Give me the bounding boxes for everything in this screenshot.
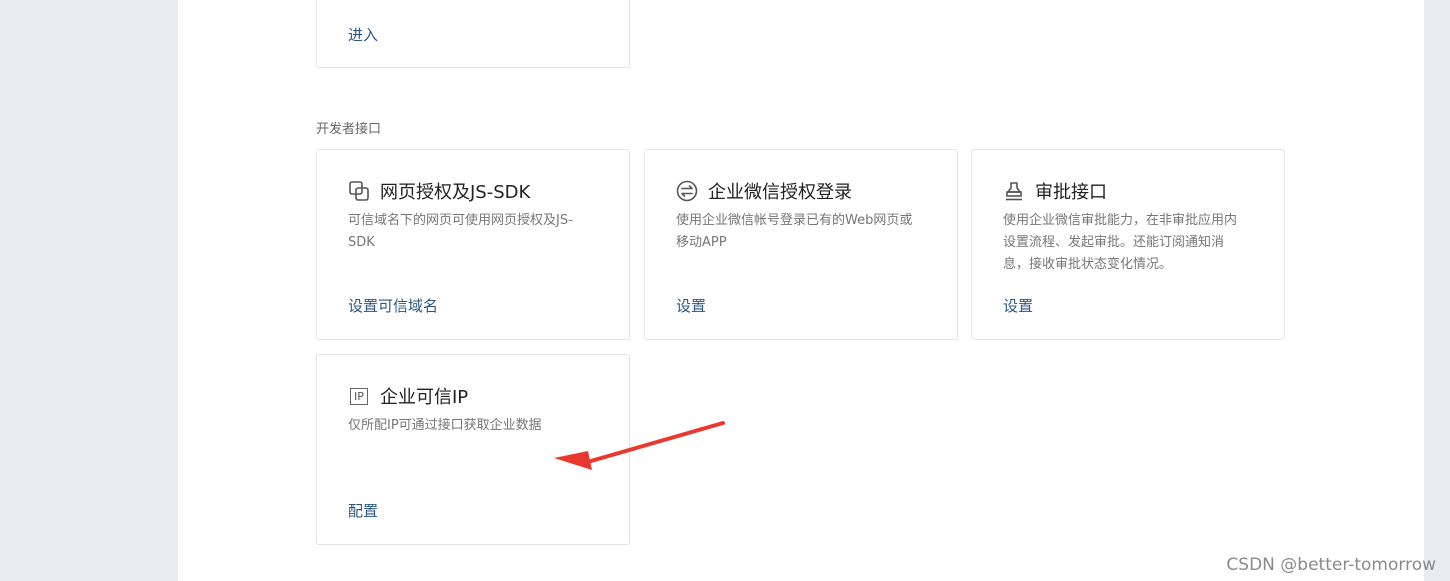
card-wecom-login-title: 企业微信授权登录 <box>676 178 852 204</box>
annotation-arrow <box>554 421 725 470</box>
card-web-auth: 网页授权及JS-SDK 可信域名下的网页可使用网页授权及JS- SDK 设置可信… <box>316 149 630 340</box>
set-trusted-domain-link[interactable]: 设置可信域名 <box>348 295 438 316</box>
ip-icon: IP <box>348 385 370 407</box>
desc-line: SDK <box>348 235 375 250</box>
card-trusted-ip-title: IP 企业可信IP <box>348 383 468 409</box>
card-title-text: 企业可信IP <box>380 387 469 408</box>
copy-icon <box>348 180 370 202</box>
card-trusted-ip-desc: 仅所配IP可通过接口获取企业数据 <box>348 415 542 437</box>
configure-ip-link[interactable]: 配置 <box>348 500 378 521</box>
approval-api-settings-link[interactable]: 设置 <box>1003 295 1033 316</box>
card-web-auth-desc: 可信域名下的网页可使用网页授权及JS- SDK <box>348 210 573 254</box>
exchange-icon <box>676 180 698 202</box>
card-web-auth-title: 网页授权及JS-SDK <box>348 178 530 204</box>
card-approval-api: 审批接口 使用企业微信审批能力，在非审批应用内 设置流程、发起审批。还能订阅通知… <box>971 149 1285 340</box>
section-title: 开发者接口 <box>316 122 382 137</box>
watermark: CSDN @better-tomorrow <box>1226 555 1436 575</box>
desc-line: 仅所配IP可通过接口获取企业数据 <box>348 418 542 433</box>
desc-line: 使用企业微信帐号登录已有的Web网页或 <box>676 213 913 228</box>
card-title-text: 审批接口 <box>1035 182 1107 203</box>
wecom-login-settings-link[interactable]: 设置 <box>676 295 706 316</box>
top-card: 进入 <box>316 0 630 68</box>
card-wecom-login-desc: 使用企业微信帐号登录已有的Web网页或 移动APP <box>676 210 912 254</box>
desc-line: 移动APP <box>676 235 727 250</box>
desc-line: 可信域名下的网页可使用网页授权及JS- <box>348 213 573 228</box>
card-title-text: 网页授权及JS-SDK <box>380 182 531 203</box>
top-card-enter-link[interactable]: 进入 <box>348 24 378 45</box>
card-title-text: 企业微信授权登录 <box>708 182 852 203</box>
card-approval-api-title: 审批接口 <box>1003 178 1107 204</box>
desc-line: 设置流程、发起审批。还能订阅通知消 <box>1003 235 1225 250</box>
card-wecom-login: 企业微信授权登录 使用企业微信帐号登录已有的Web网页或 移动APP 设置 <box>644 149 958 340</box>
desc-line: 使用企业微信审批能力，在非审批应用内 <box>1003 213 1238 228</box>
ip-icon-box: IP <box>350 387 368 405</box>
desc-line: 息，接收审批状态变化情况。 <box>1003 257 1173 272</box>
stamp-icon <box>1003 180 1025 202</box>
card-approval-api-desc: 使用企业微信审批能力，在非审批应用内 设置流程、发起审批。还能订阅通知消 息，接… <box>1003 210 1237 276</box>
